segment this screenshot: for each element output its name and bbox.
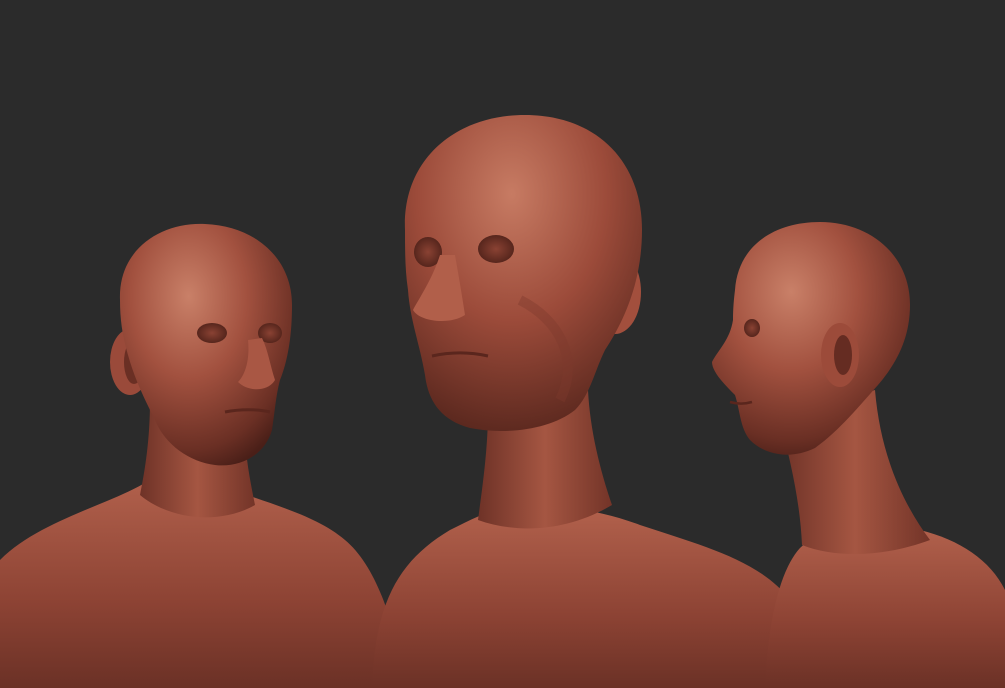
render-viewport bbox=[0, 0, 1005, 688]
eye-center-b bbox=[478, 235, 514, 263]
sculpt-render bbox=[0, 0, 1005, 688]
eye-left-a bbox=[197, 323, 227, 343]
ear-inner-right bbox=[834, 335, 852, 375]
eye-right bbox=[744, 319, 760, 337]
